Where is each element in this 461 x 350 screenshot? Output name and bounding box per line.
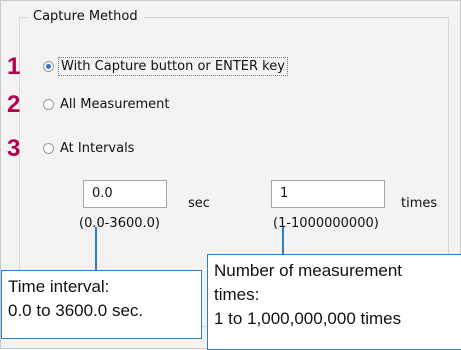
marker-2: 2 [7,91,21,118]
option-label: All Measurement [60,97,170,112]
interval-callout: Time interval: 0.0 to 3600.0 sec. [1,270,202,339]
interval-leader-line [95,227,97,271]
interval-range-label: (0.0-3600.0) [79,216,160,231]
capture-settings-panel: Capture Method 1 With Capture button or … [0,0,461,350]
callout-line: Time interval: [8,277,110,296]
interval-unit-label: sec [188,196,210,211]
interval-input[interactable]: 0.0 [83,180,167,208]
times-unit-label: times [401,196,438,211]
marker-1: 1 [7,53,21,80]
callout-line: 0.0 to 3600.0 sec. [8,301,144,320]
callout-line: Number of measurement [214,261,403,280]
radio-icon[interactable] [43,99,54,110]
option-with-capture-button[interactable]: With Capture button or ENTER key [43,57,288,76]
times-callout: Number of measurement times: 1 to 1,000,… [207,254,461,350]
times-range-label: (1-1000000000) [273,216,379,231]
callout-line: times: [214,285,260,304]
callout-line: 1 to 1,000,000,000 times [214,309,402,328]
marker-3: 3 [7,135,21,162]
option-at-intervals[interactable]: At Intervals [43,141,134,156]
times-leader-line [282,227,284,255]
option-label: At Intervals [60,141,135,156]
option-all-measurement[interactable]: All Measurement [43,97,170,112]
option-label: With Capture button or ENTER key [58,57,288,76]
group-title: Capture Method [27,9,144,24]
radio-icon[interactable] [43,143,54,154]
times-input[interactable]: 1 [271,180,385,208]
radio-selected-icon[interactable] [43,61,54,72]
